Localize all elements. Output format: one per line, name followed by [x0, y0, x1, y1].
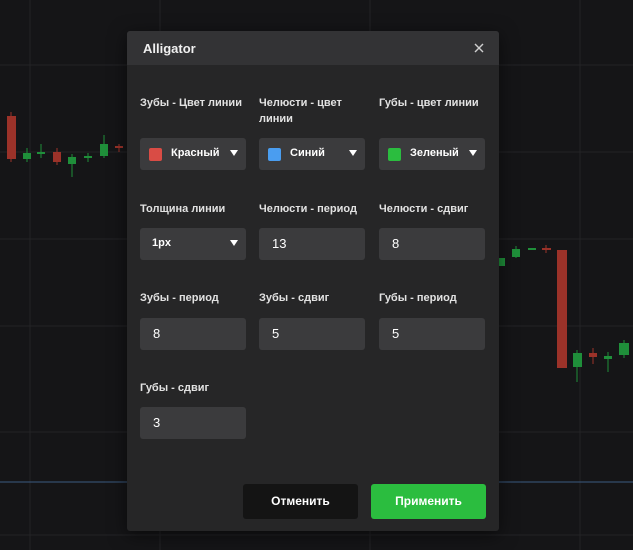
- lips-shift-input[interactable]: 3: [140, 407, 246, 439]
- lips-period-label: Губы - период: [379, 292, 457, 304]
- candle: [528, 248, 536, 250]
- teeth-color-label: Челюсти - цвет линии: [259, 97, 342, 125]
- jaw-color-label: Зубы - Цвет линии: [140, 97, 242, 109]
- jaw-color-value: Красный: [171, 147, 220, 159]
- dialog-header: Alligator: [127, 31, 499, 65]
- candle: [100, 144, 108, 156]
- line-width-label: Толщина линии: [140, 203, 226, 215]
- apply-button[interactable]: Применить: [371, 484, 486, 519]
- chevron-down-icon: [469, 150, 477, 156]
- teeth-color-select[interactable]: Синий: [259, 138, 365, 170]
- teeth-shift-label: Челюсти - сдвиг: [379, 203, 469, 215]
- red-swatch-icon: [149, 148, 162, 161]
- jaw-shift-input[interactable]: 5: [259, 318, 365, 350]
- blue-swatch-icon: [268, 148, 281, 161]
- lips-period-input[interactable]: 5: [379, 318, 485, 350]
- candle: [37, 152, 45, 154]
- close-icon: [474, 43, 484, 53]
- candle: [68, 157, 76, 164]
- line-width-value: 1px: [152, 237, 171, 249]
- candle: [23, 153, 31, 159]
- dialog-title: Alligator: [143, 41, 196, 56]
- candle: [604, 356, 612, 359]
- lips-color-select[interactable]: Зеленый: [379, 138, 485, 170]
- candles-right: [499, 245, 629, 382]
- candle: [84, 156, 92, 158]
- lips-shift-label: Губы - сдвиг: [140, 382, 210, 394]
- chevron-down-icon: [349, 150, 357, 156]
- teeth-shift-value: 8: [392, 236, 400, 251]
- teeth-period-input[interactable]: 13: [259, 228, 365, 260]
- candles-left: [7, 112, 123, 177]
- line-width-select[interactable]: 1px: [140, 228, 246, 260]
- candle: [589, 353, 597, 357]
- teeth-shift-input[interactable]: 8: [379, 228, 485, 260]
- jaw-period-label: Зубы - период: [140, 292, 219, 304]
- lips-shift-value: 3: [153, 415, 161, 430]
- jaw-color-select[interactable]: Красный: [140, 138, 246, 170]
- lips-period-value: 5: [392, 326, 400, 341]
- candle: [115, 146, 123, 148]
- candle: [499, 258, 505, 266]
- jaw-shift-label: Зубы - сдвиг: [259, 292, 330, 304]
- candle: [512, 249, 520, 257]
- candle: [53, 152, 61, 162]
- alligator-settings-dialog: Alligator Зубы - Цвет линии Красный Челю…: [127, 31, 499, 531]
- candle: [7, 116, 16, 159]
- lips-color-value: Зеленый: [410, 147, 459, 159]
- jaw-period-input[interactable]: 8: [140, 318, 246, 350]
- candle: [573, 353, 582, 367]
- chevron-down-icon: [230, 150, 238, 156]
- cancel-button[interactable]: Отменить: [243, 484, 358, 519]
- candle: [557, 250, 567, 368]
- candle: [619, 343, 629, 355]
- teeth-color-value: Синий: [290, 147, 325, 159]
- close-button[interactable]: [469, 38, 489, 58]
- jaw-shift-value: 5: [272, 326, 280, 341]
- lips-color-label: Губы - цвет линии: [379, 97, 479, 109]
- teeth-period-label: Челюсти - период: [259, 203, 357, 215]
- green-swatch-icon: [388, 148, 401, 161]
- teeth-period-value: 13: [272, 236, 287, 251]
- chevron-down-icon: [230, 240, 238, 246]
- jaw-period-value: 8: [153, 326, 161, 341]
- candle: [542, 248, 551, 250]
